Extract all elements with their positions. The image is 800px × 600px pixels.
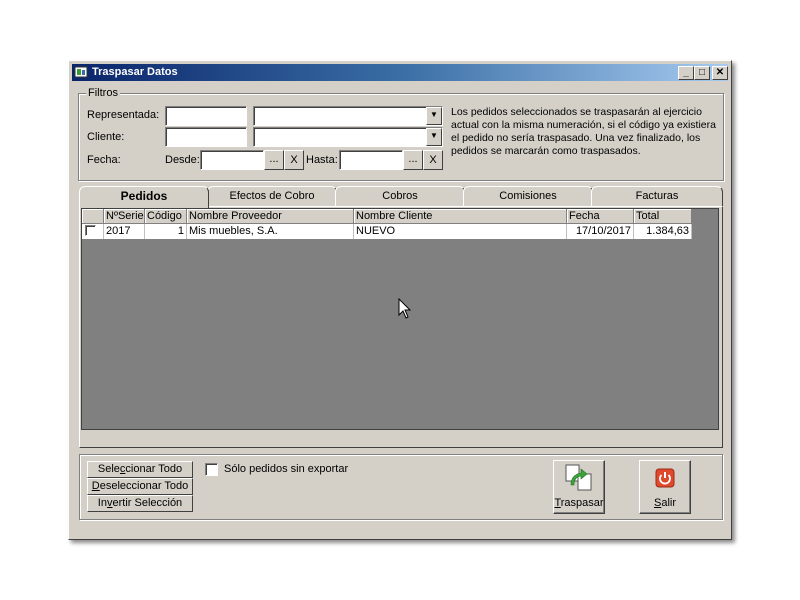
cell-proveedor: Mis muebles, S.A. [187,224,354,239]
minimize-button[interactable]: _ [678,66,694,80]
filters-legend: Filtros [86,87,120,99]
hasta-date-input[interactable] [339,150,403,170]
column-header-cliente[interactable]: Nombre Cliente [354,209,567,224]
hasta-label: Hasta: [306,154,338,166]
representada-label: Representada: [87,109,160,121]
column-header-codigo[interactable]: Código [145,209,187,224]
mouse-cursor-icon [398,298,412,319]
column-header-serie[interactable]: NºSerie [104,209,145,224]
column-header-proveedor[interactable]: Nombre Proveedor [187,209,354,224]
desde-label: Desde: [165,154,200,166]
cliente-code-input[interactable] [165,127,247,147]
close-button[interactable]: ✕ [712,66,728,80]
cliente-combo[interactable]: ▼ [253,127,443,147]
chevron-down-icon[interactable]: ▼ [426,128,442,146]
column-header-total[interactable]: Total [634,209,692,224]
grid-corner [82,209,104,224]
cliente-label: Cliente: [87,131,125,143]
tab-facturas[interactable]: Facturas [591,186,723,206]
close-icon: ✕ [715,67,725,78]
invert-selection-button[interactable]: Invertir Selección [87,495,193,512]
minimize-icon: _ [683,67,689,78]
power-icon [655,468,675,488]
traspasar-label: Traspasar [554,497,604,509]
representada-code-input[interactable] [165,106,247,126]
cell-serie: 2017 [104,224,145,239]
salir-button[interactable]: Salir [639,460,691,514]
cell-cliente: NUEVO [354,224,567,239]
maximize-button[interactable]: □ [694,66,710,80]
tab-panel-pedidos: NºSerie Código Nombre Proveedor Nombre C… [79,206,723,448]
column-header-fecha[interactable]: Fecha [567,209,634,224]
tab-pedidos[interactable]: Pedidos [79,186,209,208]
app-icon [74,66,88,78]
window-title: Traspasar Datos [92,66,178,78]
hasta-browse-button[interactable]: ... [403,150,423,170]
cell-total: 1.384,63 [634,224,692,239]
desde-browse-button[interactable]: ... [264,150,284,170]
transfer-icon [565,464,592,491]
only-unexported-label: Sólo pedidos sin exportar [224,463,349,475]
select-all-button[interactable]: Seleccionar Todo [87,461,193,478]
tab-efectos-de-cobro[interactable]: Efectos de Cobro [207,186,337,206]
only-unexported-checkbox[interactable] [205,463,218,476]
maximize-icon: □ [698,67,706,78]
traspasar-button[interactable]: Traspasar [553,460,605,514]
cell-codigo: 1 [145,224,187,239]
chevron-down-icon[interactable]: ▼ [426,107,442,125]
representada-combo[interactable]: ▼ [253,106,443,126]
tab-comisiones[interactable]: Comisiones [463,186,593,206]
desde-date-input[interactable] [200,150,264,170]
title-bar[interactable]: Traspasar Datos _ □ ✕ [72,64,728,81]
fecha-label: Fecha: [87,154,121,166]
cell-fecha: 17/10/2017 [567,224,634,239]
table-row[interactable]: 2017 1 Mis muebles, S.A. NUEVO 17/10/201… [82,224,692,239]
filters-info-text: Los pedidos seleccionados se traspasarán… [451,106,716,157]
traspasar-datos-window: Traspasar Datos _ □ ✕ Filtros Representa… [68,60,732,540]
hasta-clear-button[interactable]: X [423,150,443,170]
deselect-all-button[interactable]: Deseleccionar Todo [87,478,193,495]
row-checkbox[interactable] [85,225,96,236]
tab-cobros[interactable]: Cobros [335,186,465,206]
row-checkbox-cell[interactable] [82,224,104,239]
salir-label: Salir [653,497,676,509]
desde-clear-button[interactable]: X [284,150,304,170]
